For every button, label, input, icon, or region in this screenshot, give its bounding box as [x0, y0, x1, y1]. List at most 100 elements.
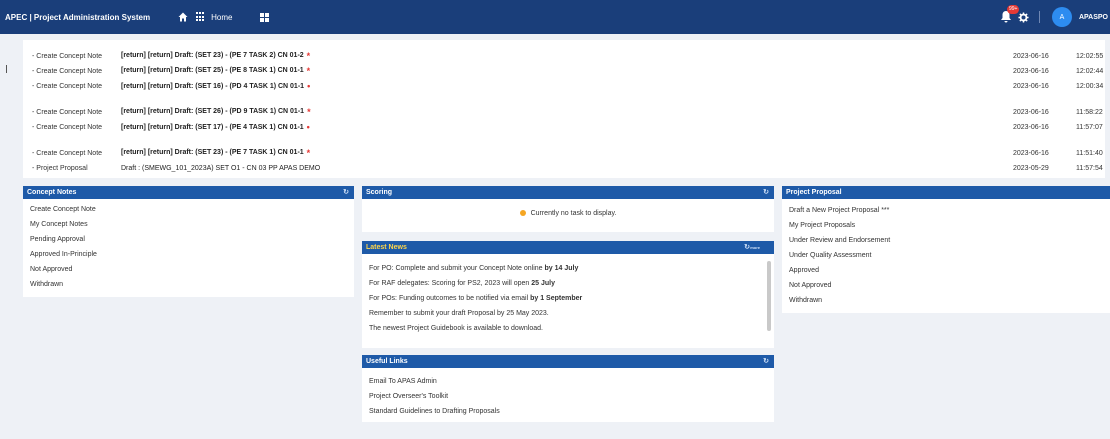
refresh-icon[interactable]: ↻ [744, 243, 750, 251]
panel-header: Project Proposal [782, 186, 1110, 199]
info-dot-icon [519, 210, 526, 216]
refresh-icon[interactable]: ↻ [343, 188, 349, 196]
toolbar-divider [1038, 11, 1040, 23]
useful-links-list: Email To APAS Admin Project Overseer's T… [362, 368, 774, 419]
activity-type: - Project Proposal [32, 164, 88, 172]
menu-item[interactable]: Not Approved [30, 262, 354, 277]
latest-news-panel: Latest News ↻ more For PO: Complete and … [362, 241, 774, 348]
menu-item[interactable]: Approved [789, 263, 1110, 278]
activity-date: 2023-06-16 [1013, 52, 1049, 60]
menu-item[interactable]: Withdrawn [789, 293, 1110, 308]
project-proposal-menu: Draft a New Project Proposal *** My Proj… [782, 199, 1110, 308]
red-dot-icon: * [306, 148, 311, 158]
news-item[interactable]: Remember to submit your draft Proposal b… [362, 306, 774, 321]
activity-row[interactable]: - Create Concept Note [return] [return] … [23, 80, 1105, 92]
activity-type: - Create Concept Note [32, 67, 103, 75]
activity-date: 2023-06-16 [1013, 67, 1049, 75]
menu-item[interactable]: Draft a New Project Proposal *** [789, 203, 1110, 218]
menu-item[interactable]: Not Approved [789, 278, 1110, 293]
red-dot-icon: • [307, 81, 311, 91]
menu-item[interactable]: My Project Proposals [789, 218, 1110, 233]
menu-item[interactable]: My Concept Notes [30, 217, 354, 232]
news-list: For PO: Complete and submit your Concept… [362, 254, 774, 336]
activity-time: 11:57:54 [1076, 164, 1103, 172]
more-link[interactable]: more [750, 245, 760, 250]
red-dot-icon: * [307, 107, 311, 117]
news-item[interactable]: The newest Project Guidebook is availabl… [362, 321, 774, 336]
menu-item[interactable]: Under Review and Endorsement [789, 233, 1110, 248]
panel-header: Concept Notes ↻ [23, 186, 354, 199]
activity-description[interactable]: [return] [return] Draft: (SET 16) - (PD … [121, 81, 311, 91]
activity-row[interactable]: - Create Concept Note [return] [return] … [23, 121, 1105, 133]
activity-date: 2023-06-16 [1013, 108, 1049, 116]
empty-state: Currently no task to display. [362, 210, 774, 217]
menu-item[interactable]: Create Concept Note [30, 202, 354, 217]
menu-item[interactable]: Withdrawn [30, 277, 354, 292]
activity-row[interactable]: - Create Concept Note [return] [return] … [23, 106, 1105, 118]
activity-row[interactable]: - Create Concept Note [return] [return] … [23, 50, 1105, 62]
activity-date: 2023-06-16 [1013, 149, 1049, 157]
menu-item[interactable]: Approved In-Principle [30, 247, 354, 262]
concept-notes-panel: Concept Notes ↻ Create Concept Note My C… [23, 186, 354, 297]
activity-date: 2023-05-29 [1013, 164, 1049, 172]
username[interactable]: APASPO [1079, 14, 1108, 21]
switch-view-icon[interactable] [260, 12, 270, 22]
menu-item[interactable]: Pending Approval [30, 232, 354, 247]
red-dot-icon: * [306, 51, 311, 61]
activity-description[interactable]: [return] [return] Draft: (SET 23) - (PE … [121, 148, 311, 158]
panel-header: Latest News ↻ more [362, 241, 774, 254]
useful-links-panel: Useful Links ↻ Email To APAS Admin Proje… [362, 355, 774, 422]
activity-description[interactable]: Draft : (SMEWG_101_2023A) SET O1 - CN 03… [121, 165, 320, 172]
user-tools: 99+ A APASPO [1000, 0, 1110, 34]
panel-title: Useful Links [366, 358, 408, 365]
red-dot-icon: • [306, 122, 310, 132]
activity-time: 12:02:55 [1076, 52, 1104, 60]
activity-row[interactable]: - Create Concept Note [return] [return] … [23, 147, 1105, 159]
activity-type: - Create Concept Note [32, 123, 103, 131]
refresh-icon[interactable]: ↻ [763, 357, 769, 365]
link-item[interactable]: Project Overseer's Toolkit [369, 389, 774, 404]
red-dot-icon: * [306, 66, 311, 76]
link-item[interactable]: Standard Guidelines to Drafting Proposal… [369, 404, 774, 419]
avatar[interactable]: A [1051, 7, 1072, 27]
activity-time: 12:00:34 [1076, 82, 1104, 90]
news-item[interactable]: For RAF delegates: Scoring for PS2, 2023… [362, 276, 774, 291]
panel-header: Scoring ↻ [362, 186, 774, 199]
home-link[interactable]: Home [211, 13, 232, 22]
panel-header: Useful Links ↻ [362, 355, 774, 368]
panel-title: Scoring [366, 189, 393, 196]
panel-title: Concept Notes [27, 189, 77, 196]
refresh-icon[interactable]: ↻ [763, 188, 769, 196]
activity-description[interactable]: [return] [return] Draft: (SET 26) - (PD … [121, 107, 311, 117]
activity-type: - Create Concept Note [32, 52, 103, 60]
home-icon[interactable] [178, 12, 188, 22]
panel-title: Project Proposal [786, 189, 842, 196]
news-item[interactable]: For PO: Complete and submit your Concept… [362, 261, 774, 276]
activity-row[interactable]: - Project Proposal Draft : (SMEWG_101_20… [23, 162, 1105, 174]
activity-description[interactable]: [return] [return] Draft: (SET 17) - (PE … [121, 122, 310, 132]
activity-date: 2023-06-16 [1013, 123, 1049, 131]
home-nav[interactable]: Home [178, 12, 232, 22]
activity-time: 11:51:40 [1076, 149, 1103, 157]
link-item[interactable]: Email To APAS Admin [369, 374, 774, 389]
menu-item[interactable]: Under Quality Assessment [789, 248, 1110, 263]
side-marker [6, 65, 7, 73]
activity-description[interactable]: [return] [return] Draft: (SET 25) - (PE … [121, 66, 311, 76]
notifications-button[interactable]: 99+ [1000, 5, 1020, 24]
activity-time: 11:57:07 [1076, 123, 1103, 131]
activity-time: 12:02:44 [1076, 67, 1104, 75]
activity-row[interactable]: - Create Concept Note [return] [return] … [23, 65, 1105, 77]
news-item[interactable]: For POs: Funding outcomes to be notified… [362, 291, 774, 306]
app-title[interactable]: APEC | Project Administration System [5, 13, 150, 22]
apps-grid-icon[interactable] [196, 12, 206, 22]
panel-title: Latest News [366, 244, 407, 251]
concept-notes-menu: Create Concept Note My Concept Notes Pen… [23, 199, 354, 292]
gear-icon[interactable] [1018, 11, 1029, 23]
activity-type: - Create Concept Note [32, 82, 103, 90]
top-navbar: APEC | Project Administration System Hom… [0, 0, 1110, 34]
scrollbar[interactable] [767, 261, 771, 331]
recent-activity-list: - Create Concept Note [return] [return] … [23, 40, 1105, 178]
activity-type: - Create Concept Note [32, 149, 103, 157]
activity-description[interactable]: [return] [return] Draft: (SET 23) - (PE … [121, 51, 311, 61]
activity-type: - Create Concept Note [32, 108, 103, 116]
